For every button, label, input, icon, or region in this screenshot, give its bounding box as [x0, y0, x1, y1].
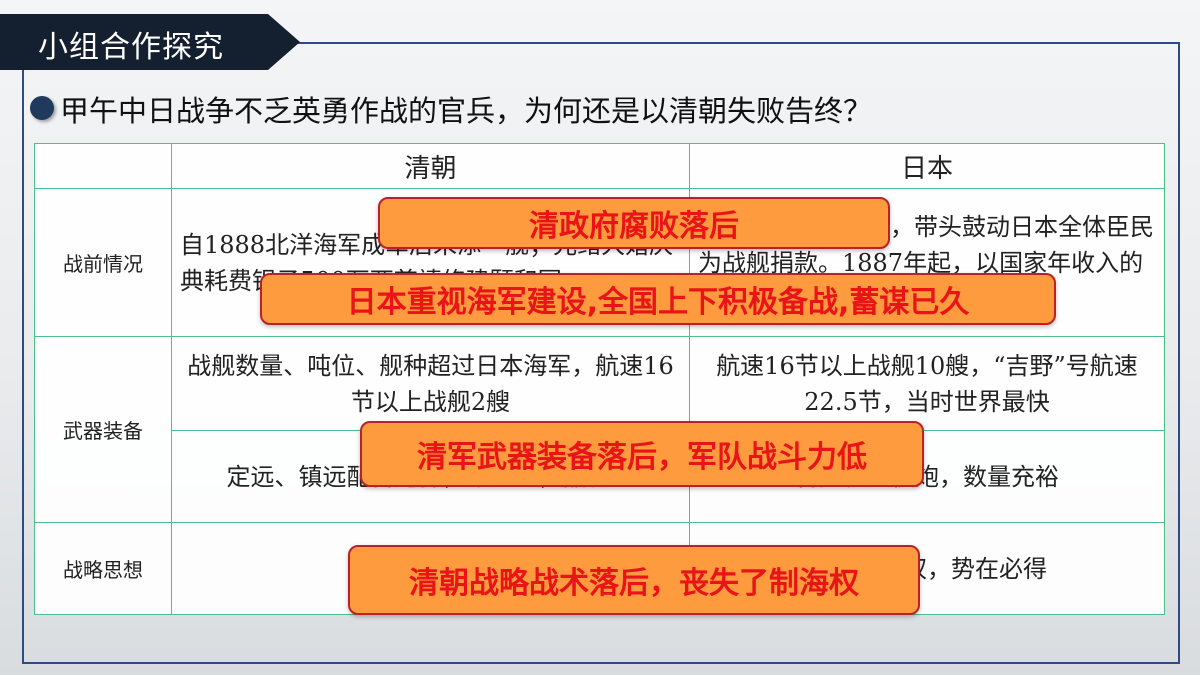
header-cell-blank: [34, 143, 172, 189]
cell-weapons-qing-a: 战舰数量、吨位、舰种超过日本海军，航速16节以上战舰2艘: [171, 336, 690, 431]
header-cell-japan: 日本: [689, 143, 1165, 189]
answer-callout-weapons[interactable]: 清军武器装备落后，军队战斗力低: [360, 421, 924, 487]
page-title: 小组合作探究: [38, 30, 224, 65]
question-text: 甲午中日战争不乏英勇作战的官兵，为何还是以清朝失败告终？: [60, 94, 873, 128]
row-label-prewar: 战前情况: [34, 188, 172, 337]
answer-callout-strategy[interactable]: 清朝战略战术落后，丧失了制海权: [348, 545, 920, 615]
row-label-strategy: 战略思想: [34, 522, 172, 615]
bullet-icon: [30, 96, 54, 120]
row-label-weapons: 武器装备: [34, 336, 172, 523]
answer-callout-japan-preparation[interactable]: 日本重视海军建设,全国上下积极备战,蓄谋已久: [260, 273, 1056, 325]
cell-weapons-japan-a: 航速16节以上战舰10艘，“吉野”号航速22.5节，当时世界最快: [689, 336, 1165, 431]
header-cell-qing: 清朝: [171, 143, 690, 189]
answer-callout-corruption[interactable]: 清政府腐败落后: [378, 197, 890, 249]
